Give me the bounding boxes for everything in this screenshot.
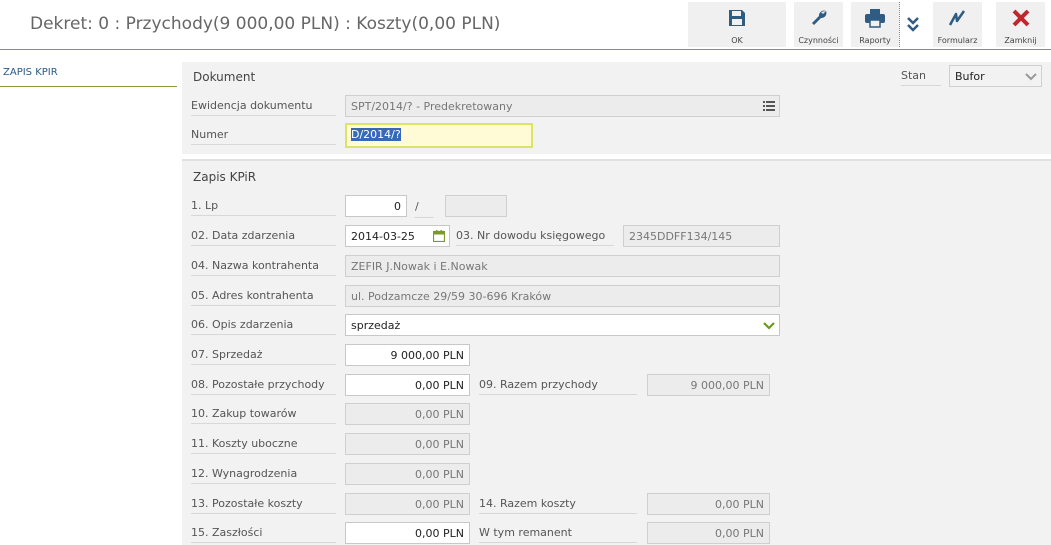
chevron-double-down-icon: [907, 17, 919, 32]
adres-label: 05. Adres kontrahenta: [191, 284, 336, 306]
czynnosci-button-label: Czynności: [798, 36, 839, 45]
pozostale-koszty-label: 13. Pozostałe koszty: [191, 492, 336, 514]
raporty-button[interactable]: Raporty: [851, 2, 899, 47]
calendar-icon[interactable]: [433, 230, 445, 242]
nav-item-zapis-kpir[interactable]: ZAPIS KPIR: [0, 62, 177, 87]
ewidencja-field[interactable]: SPT/2014/? - Predekretowany: [345, 95, 780, 117]
formularz-button-label: Formularz: [937, 36, 978, 45]
lp-separator-underline: [414, 217, 434, 218]
numer-value: D/2014/?: [351, 128, 401, 141]
chevron-down-icon: [1025, 73, 1037, 81]
kontrahent-label: 04. Nazwa kontrahenta: [191, 254, 336, 276]
data-zdarzenia-input[interactable]: 2014-03-25: [345, 225, 450, 247]
sprzedaz-label: 07. Sprzedaż: [191, 343, 336, 365]
formularz-button[interactable]: Formularz: [933, 2, 982, 47]
lp-input[interactable]: 0: [345, 195, 407, 217]
zakup-input[interactable]: 0,00 PLN: [345, 403, 470, 425]
pozostale-przychody-label: 08. Pozostałe przychody: [191, 373, 336, 395]
kontrahent-input[interactable]: ZEFIR J.Nowak i E.Nowak: [345, 255, 780, 277]
dokument-section-title: Dokument: [193, 70, 256, 84]
stan-select[interactable]: Bufor: [949, 65, 1042, 87]
zakup-label: 10. Zakup towarów: [191, 402, 336, 424]
wynagrodzenia-label: 12. Wynagrodzenia: [191, 462, 336, 484]
toolbar-separator: [899, 2, 900, 47]
lp-label: 1. Lp: [191, 194, 336, 216]
lp-second-input[interactable]: [445, 195, 507, 217]
ewidencja-value: SPT/2014/? - Predekretowany: [351, 100, 513, 113]
ok-button[interactable]: OK: [688, 2, 786, 47]
more-actions-button[interactable]: [901, 2, 925, 47]
razem-koszty-label: 14. Razem koszty: [479, 492, 637, 514]
chevron-down-icon: [763, 322, 775, 330]
dokument-panel: Dokument Stan Bufor Ewidencja dokumentu …: [182, 62, 1051, 154]
zamknij-button[interactable]: Zamknij: [996, 2, 1045, 47]
wynagrodzenia-input[interactable]: 0,00 PLN: [345, 463, 470, 485]
sprzedaz-input[interactable]: 9 000,00 PLN: [345, 344, 470, 366]
lp-separator: /: [415, 200, 419, 213]
signature-icon: [948, 10, 965, 26]
zaszlosci-input[interactable]: 0,00 PLN: [345, 522, 470, 544]
nr-dowodu-input[interactable]: 2345DDFF134/145: [623, 225, 780, 247]
koszty-uboczne-label: 11. Koszty uboczne: [191, 432, 336, 454]
printer-icon: [865, 9, 885, 28]
zamknij-button-label: Zamknij: [1004, 36, 1037, 45]
window-header: Dekret: 0 : Przychody(9 000,00 PLN) : Ko…: [0, 0, 1051, 50]
ewidencja-label: Ewidencja dokumentu: [191, 94, 336, 116]
wrench-icon: [811, 10, 826, 25]
page-title: Dekret: 0 : Przychody(9 000,00 PLN) : Ko…: [30, 14, 501, 34]
zapis-kpir-panel: Zapis KPiR 1. Lp 0 / 02. Data zdarzenia …: [182, 159, 1051, 545]
pozostale-przychody-input[interactable]: 0,00 PLN: [345, 374, 470, 396]
opis-value: sprzedaż: [351, 319, 401, 332]
raporty-button-label: Raporty: [859, 36, 891, 45]
razem-przychody-input[interactable]: 9 000,00 PLN: [647, 374, 770, 396]
czynnosci-button[interactable]: Czynności: [794, 2, 843, 47]
stan-label: Stan: [901, 64, 941, 86]
close-icon: [1012, 9, 1029, 27]
remanent-input[interactable]: 0,00 PLN: [647, 522, 770, 544]
left-navigation: ZAPIS KPIR: [0, 62, 177, 87]
data-zdarzenia-value: 2014-03-25: [351, 230, 415, 243]
numer-input[interactable]: D/2014/?: [345, 123, 533, 148]
opis-select[interactable]: sprzedaż: [345, 314, 780, 336]
list-icon: [763, 101, 775, 111]
numer-label: Numer: [191, 123, 336, 145]
adres-input[interactable]: ul. Podzamcze 29/59 30-696 Kraków: [345, 285, 780, 307]
razem-przychody-label: 09. Razem przychody: [479, 373, 637, 395]
data-zdarzenia-label: 02. Data zdarzenia: [191, 224, 336, 246]
nr-dowodu-label: 03. Nr dowodu księgowego: [456, 224, 614, 246]
razem-koszty-input[interactable]: 0,00 PLN: [647, 493, 770, 515]
pozostale-koszty-input[interactable]: 0,00 PLN: [345, 493, 470, 515]
koszty-uboczne-input[interactable]: 0,00 PLN: [345, 433, 470, 455]
stan-value: Bufor: [955, 70, 985, 83]
zaszlosci-label: 15. Zaszłości: [191, 521, 336, 543]
ok-button-label: OK: [731, 36, 743, 45]
opis-label: 06. Opis zdarzenia: [191, 313, 336, 335]
remanent-label: W tym remanent: [479, 521, 637, 543]
save-icon: [729, 10, 745, 26]
zapis-kpir-section-title: Zapis KPiR: [193, 170, 257, 184]
